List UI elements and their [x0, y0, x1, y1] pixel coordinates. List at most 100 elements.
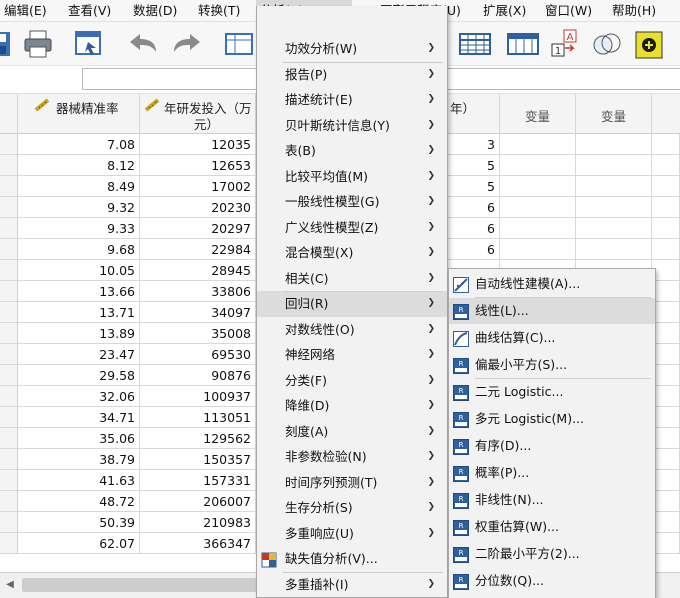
- value-labels-icon[interactable]: A1: [550, 28, 584, 60]
- use-sets-icon[interactable]: [590, 28, 624, 60]
- table-cell[interactable]: 69530: [140, 344, 256, 365]
- row-header[interactable]: [0, 365, 18, 386]
- table-cell[interactable]: 5: [440, 176, 500, 197]
- table-cell[interactable]: 6: [440, 218, 500, 239]
- table-cell[interactable]: 20230: [140, 197, 256, 218]
- row-header[interactable]: [0, 239, 18, 260]
- empty-cell[interactable]: [500, 155, 576, 176]
- analyze-menu-item[interactable]: 表(B) ❯: [257, 138, 447, 164]
- empty-cell[interactable]: [652, 134, 680, 155]
- column-header-rnd[interactable]: 年研发投入（万 元）: [140, 94, 256, 134]
- regression-menu-item[interactable]: R 多元 Logistic(M)...: [449, 406, 655, 432]
- table-cell[interactable]: 8.49: [18, 176, 140, 197]
- empty-cell[interactable]: [576, 239, 652, 260]
- regression-menu-item[interactable]: R 非线性(N)...: [449, 487, 655, 513]
- table-cell[interactable]: 13.89: [18, 323, 140, 344]
- row-header[interactable]: [0, 281, 18, 302]
- column-header-accuracy[interactable]: 器械精准率: [18, 94, 140, 134]
- undo-icon[interactable]: [126, 28, 160, 60]
- row-header[interactable]: [0, 176, 18, 197]
- row-header[interactable]: [0, 428, 18, 449]
- menu-transform[interactable]: 转换(T): [198, 0, 240, 22]
- empty-cell[interactable]: [652, 260, 680, 281]
- empty-cell[interactable]: [652, 470, 680, 491]
- table-cell[interactable]: 8.12: [18, 155, 140, 176]
- table-cell[interactable]: 29.58: [18, 365, 140, 386]
- analyze-menu-item[interactable]: 贝叶斯统计信息(Y) ❯: [257, 113, 447, 139]
- regression-menu-item[interactable]: R 分位数(Q)...: [449, 568, 655, 594]
- table-cell[interactable]: 100937: [140, 386, 256, 407]
- analyze-menu-item[interactable]: 分类(F) ❯: [257, 368, 447, 394]
- table-cell[interactable]: 35008: [140, 323, 256, 344]
- analyze-menu-item[interactable]: 多重响应(U) ❯: [257, 521, 447, 547]
- row-header[interactable]: [0, 491, 18, 512]
- empty-cell[interactable]: [652, 323, 680, 344]
- regression-menu-item[interactable]: R 权重估算(W)...: [449, 514, 655, 540]
- table-cell[interactable]: 6: [440, 197, 500, 218]
- menu-edit[interactable]: 编辑(E): [4, 0, 47, 22]
- table-cell[interactable]: 157331: [140, 470, 256, 491]
- empty-cell[interactable]: [652, 344, 680, 365]
- empty-cell[interactable]: [500, 197, 576, 218]
- table-cell[interactable]: 7.08: [18, 134, 140, 155]
- table-cell[interactable]: 3: [440, 134, 500, 155]
- analyze-menu-item[interactable]: 描述统计(E) ❯: [257, 87, 447, 113]
- table-cell[interactable]: 13.66: [18, 281, 140, 302]
- empty-cell[interactable]: [652, 512, 680, 533]
- regression-menu-item[interactable]: 曲线估算(C)...: [449, 325, 655, 351]
- table-cell[interactable]: 32.06: [18, 386, 140, 407]
- recall-dialog-icon[interactable]: [72, 28, 106, 60]
- column-header-years[interactable]: 年）: [440, 94, 500, 134]
- row-header[interactable]: [0, 302, 18, 323]
- goto-case-icon[interactable]: [222, 28, 256, 60]
- row-header[interactable]: [0, 323, 18, 344]
- analyze-menu-item[interactable]: 一般线性模型(G) ❯: [257, 189, 447, 215]
- add-custom-icon[interactable]: [632, 28, 666, 60]
- row-header[interactable]: [0, 155, 18, 176]
- empty-cell[interactable]: [652, 155, 680, 176]
- regression-menu-item[interactable]: R 线性(L)...: [449, 298, 655, 324]
- analyze-menu-item[interactable]: 神经网络 ❯: [257, 342, 447, 368]
- empty-cell[interactable]: [652, 428, 680, 449]
- analyze-menu-item[interactable]: 刻度(A) ❯: [257, 419, 447, 445]
- analyze-menu-item[interactable]: 对数线性(O) ❯: [257, 317, 447, 343]
- table-cell[interactable]: 10.05: [18, 260, 140, 281]
- menu-extensions[interactable]: 扩展(X): [483, 0, 526, 22]
- analyze-menu-item[interactable]: 时间序列预测(T) ❯: [257, 470, 447, 496]
- row-header[interactable]: [0, 218, 18, 239]
- menu-data[interactable]: 数据(D): [133, 0, 177, 22]
- empty-cell[interactable]: [652, 533, 680, 554]
- column-header-var[interactable]: [652, 94, 680, 134]
- analyze-menu-item[interactable]: 报告(P) ❯: [257, 62, 447, 88]
- table-cell[interactable]: 62.07: [18, 533, 140, 554]
- print-icon[interactable]: [22, 28, 56, 60]
- row-header[interactable]: [0, 197, 18, 218]
- table-cell[interactable]: 50.39: [18, 512, 140, 533]
- analyze-menu-item[interactable]: 比较平均值(M) ❯: [257, 164, 447, 190]
- table-cell[interactable]: 17002: [140, 176, 256, 197]
- table-cell[interactable]: 9.33: [18, 218, 140, 239]
- empty-cell[interactable]: [500, 239, 576, 260]
- empty-cell[interactable]: [652, 449, 680, 470]
- row-header[interactable]: [0, 134, 18, 155]
- table-cell[interactable]: 13.71: [18, 302, 140, 323]
- table-cell[interactable]: 33806: [140, 281, 256, 302]
- row-header[interactable]: [0, 512, 18, 533]
- empty-cell[interactable]: [652, 218, 680, 239]
- row-header[interactable]: [0, 344, 18, 365]
- table-cell[interactable]: 12035: [140, 134, 256, 155]
- menu-view[interactable]: 查看(V): [68, 0, 111, 22]
- menu-window[interactable]: 窗口(W): [545, 0, 592, 22]
- scrollbar-thumb[interactable]: [22, 578, 262, 592]
- analyze-menu-item[interactable]: 相关(C) ❯: [257, 266, 447, 292]
- table-cell[interactable]: 210983: [140, 512, 256, 533]
- empty-cell[interactable]: [652, 365, 680, 386]
- regression-menu-item[interactable]: R 偏最小平方(S)...: [449, 352, 655, 378]
- empty-cell[interactable]: [652, 407, 680, 428]
- table-cell[interactable]: 34097: [140, 302, 256, 323]
- analyze-menu-item[interactable]: 混合模型(X) ❯: [257, 240, 447, 266]
- analyze-menu-item[interactable]: 降维(D) ❯: [257, 393, 447, 419]
- table-cell[interactable]: 35.06: [18, 428, 140, 449]
- analyze-menu-item[interactable]: 多重插补(I) ❯: [257, 572, 447, 598]
- redo-icon[interactable]: [170, 28, 204, 60]
